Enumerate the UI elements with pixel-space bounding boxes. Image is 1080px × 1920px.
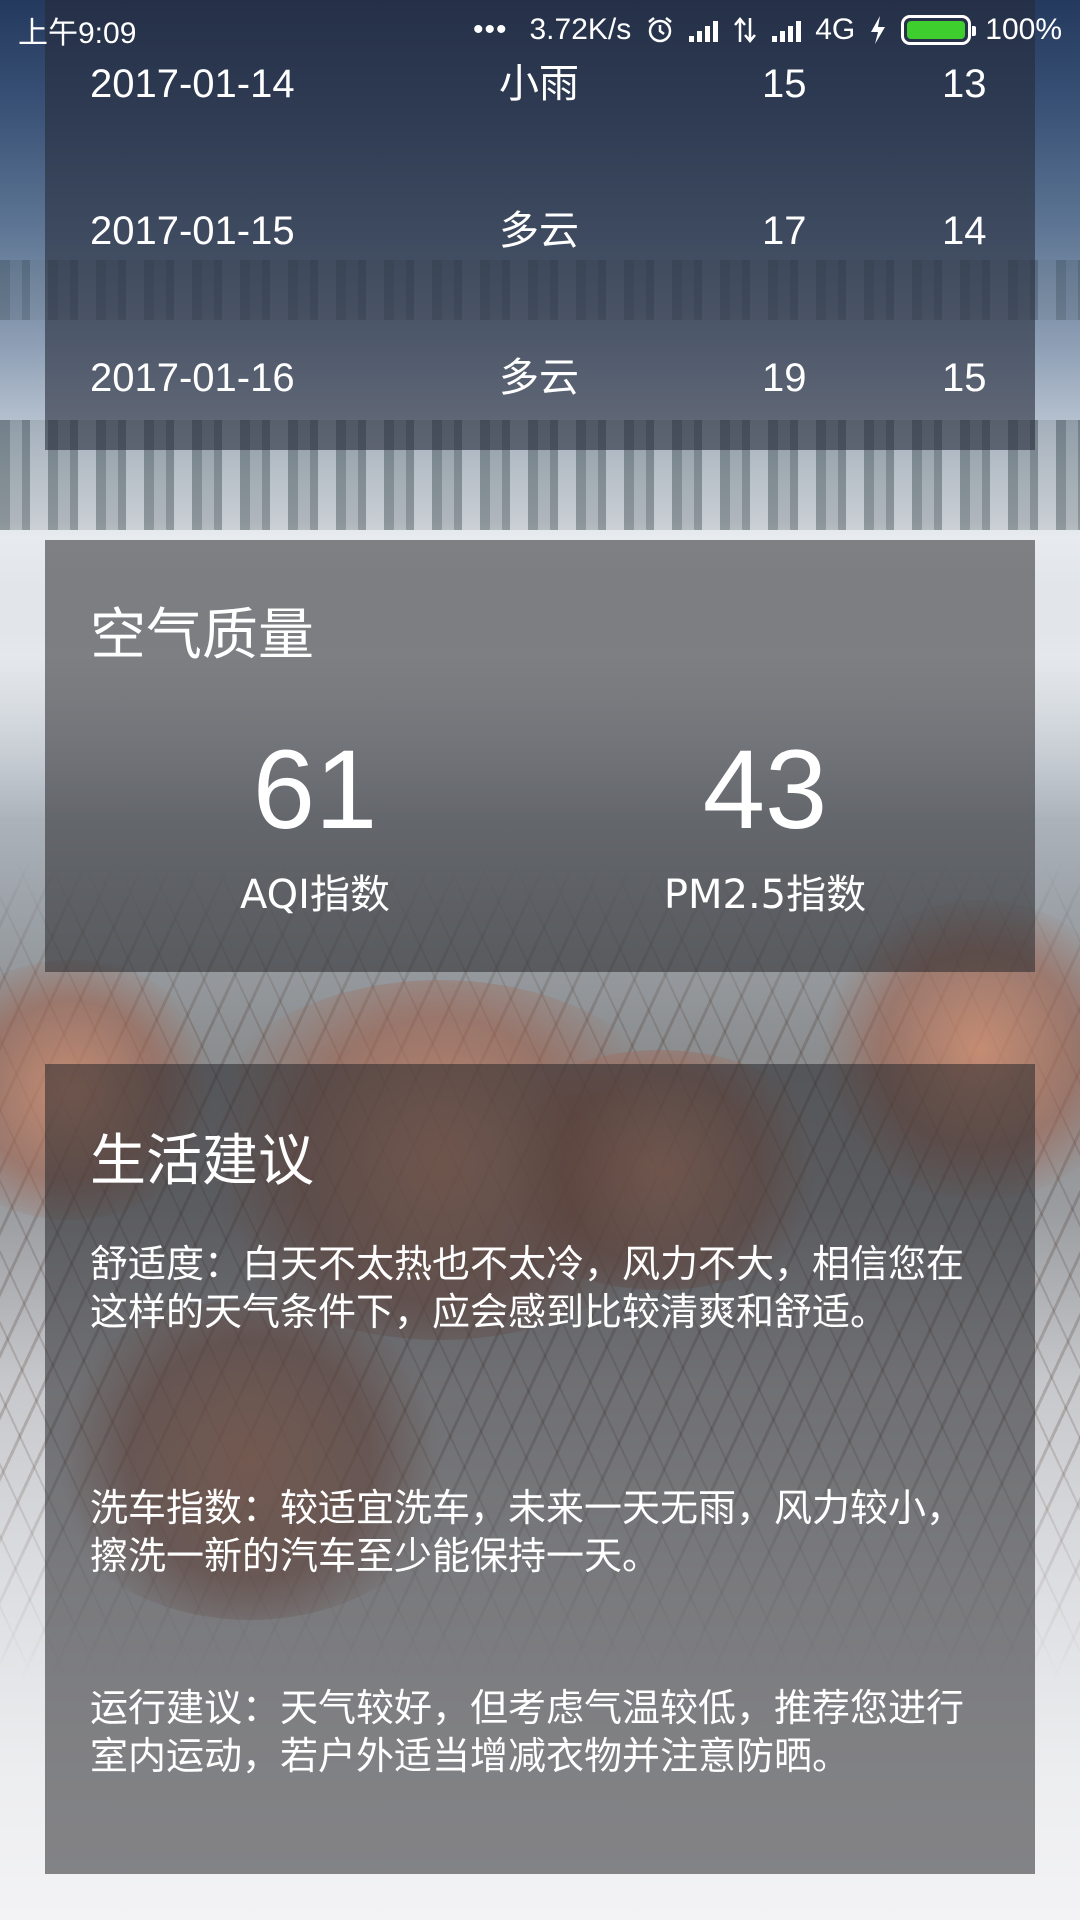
battery-percent: 100% [985,13,1062,46]
forecast-row: 2017-01-16 多云 19 15 [45,338,1035,418]
forecast-max-temp: 17 [762,209,807,253]
forecast-weather: 多云 [499,355,579,401]
network-speed: 3.72K/s [529,13,632,46]
charging-bolt-icon [871,16,886,44]
aqi-block: 61 AQI指数 [90,730,540,920]
signal-icon [772,18,802,42]
aqi-value: 61 [252,727,378,852]
forecast-date: 2017-01-16 [90,356,295,400]
alarm-clock-icon [648,17,673,43]
forecast-min-temp: 14 [942,209,987,253]
more-notifications-icon: ••• [472,13,508,46]
air-quality-card: 空气质量 61 AQI指数 43 PM2.5指数 [45,540,1035,972]
aqi-label: AQI指数 [240,872,390,918]
pm25-value: 43 [702,727,828,852]
status-time: 上午9:09 [18,17,137,50]
life-suggestion-card: 生活建议 舒适度：白天不太热也不太冷，风力不大，相信您在这样的天气条件下，应会感… [45,1064,1035,1874]
car-wash-suggestion: 洗车指数：较适宜洗车，未来一天无雨，风力较小，擦洗一新的汽车至少能保持一天。 [90,1486,965,1578]
forecast-card: 2017-01-14 小雨 15 13 2017-01-15 多云 17 14 … [45,0,1035,450]
pm25-block: 43 PM2.5指数 [540,730,990,920]
signal-icon [689,18,719,42]
forecast-weather: 多云 [499,208,579,254]
network-type: 4G [815,13,856,46]
status-bar: 上午9:09 ••• 3.72K/s 4G 100% [0,0,1080,60]
forecast-date: 2017-01-15 [90,209,295,253]
comfort-suggestion: 舒适度：白天不太热也不太冷，风力不大，相信您在这样的天气条件下，应会感到比较清爽… [90,1242,965,1334]
battery-level-fill [907,21,966,39]
forecast-row: 2017-01-15 多云 17 14 [45,191,1035,271]
data-transfer-icon [734,17,757,43]
forecast-min-temp: 15 [942,356,987,400]
pm25-label: PM2.5指数 [663,872,867,918]
air-quality-title: 空气质量 [90,603,314,668]
status-indicators: ••• 3.72K/s 4G 100% [473,13,1062,47]
sport-suggestion: 运行建议：天气较好，但考虑气温较低，推荐您进行室内运动，若户外适当增减衣物并注意… [90,1686,965,1778]
suggestion-title: 生活建议 [90,1129,314,1194]
battery-icon [901,15,977,45]
forecast-max-temp: 19 [762,356,807,400]
